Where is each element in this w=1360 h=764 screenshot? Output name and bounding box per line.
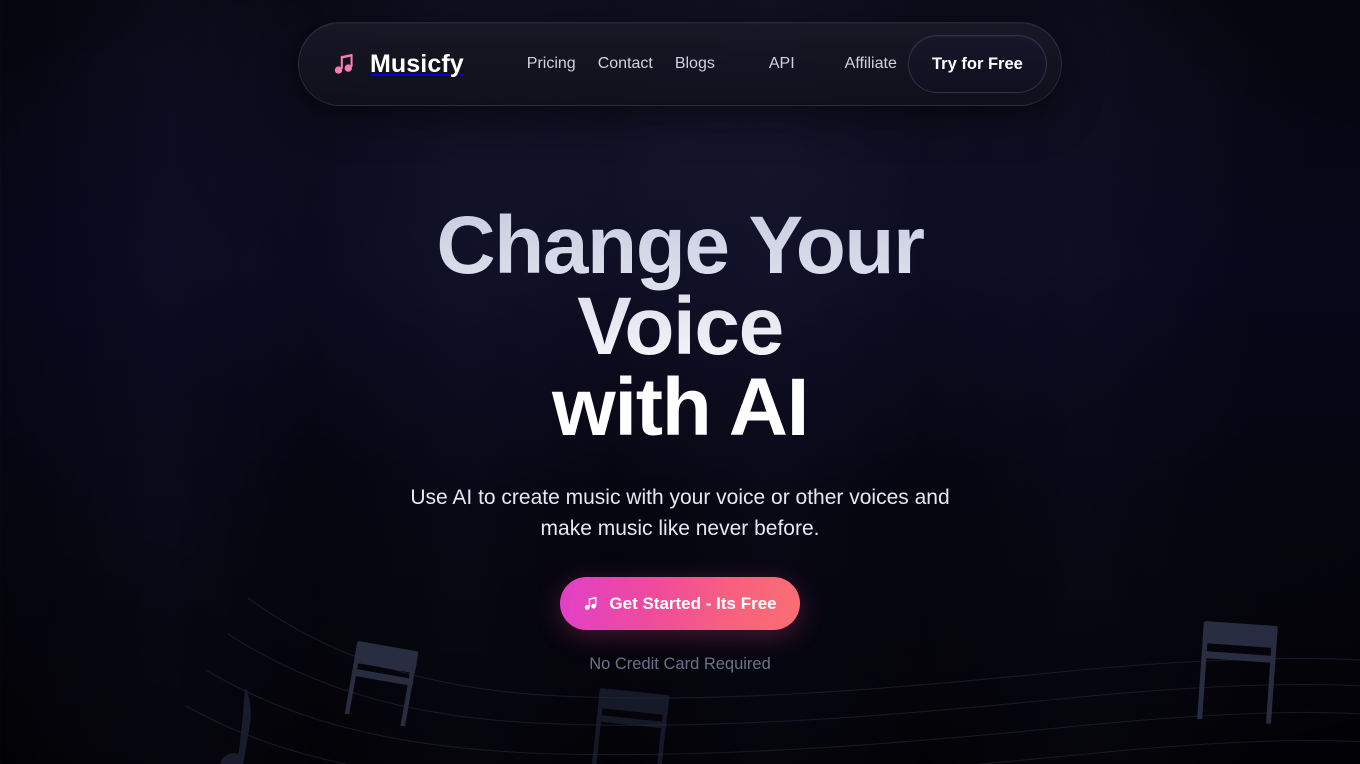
brand-logo[interactable]: Musicfy: [332, 50, 464, 79]
brand-name: Musicfy: [370, 49, 464, 78]
nav-item-blogs[interactable]: Blogs: [664, 55, 726, 73]
get-started-button-label: Get Started - Its Free: [609, 593, 777, 613]
top-navbar: Musicfy Pricing Contact Blogs API Affili…: [298, 22, 1062, 106]
try-for-free-button[interactable]: Try for Free: [907, 35, 1047, 93]
nav-item-contact[interactable]: Contact: [587, 55, 664, 73]
background-vignette: [0, 0, 1360, 764]
nav-item-api[interactable]: API: [758, 55, 806, 73]
nav-links: Pricing Contact Blogs API Affiliate: [516, 55, 908, 73]
music-note-double-icon: [332, 51, 358, 77]
nav-item-affiliate[interactable]: Affiliate: [834, 55, 908, 73]
nav-item-pricing[interactable]: Pricing: [516, 55, 587, 73]
get-started-button[interactable]: Get Started - Its Free: [560, 577, 800, 630]
music-note-double-icon: [583, 595, 600, 612]
